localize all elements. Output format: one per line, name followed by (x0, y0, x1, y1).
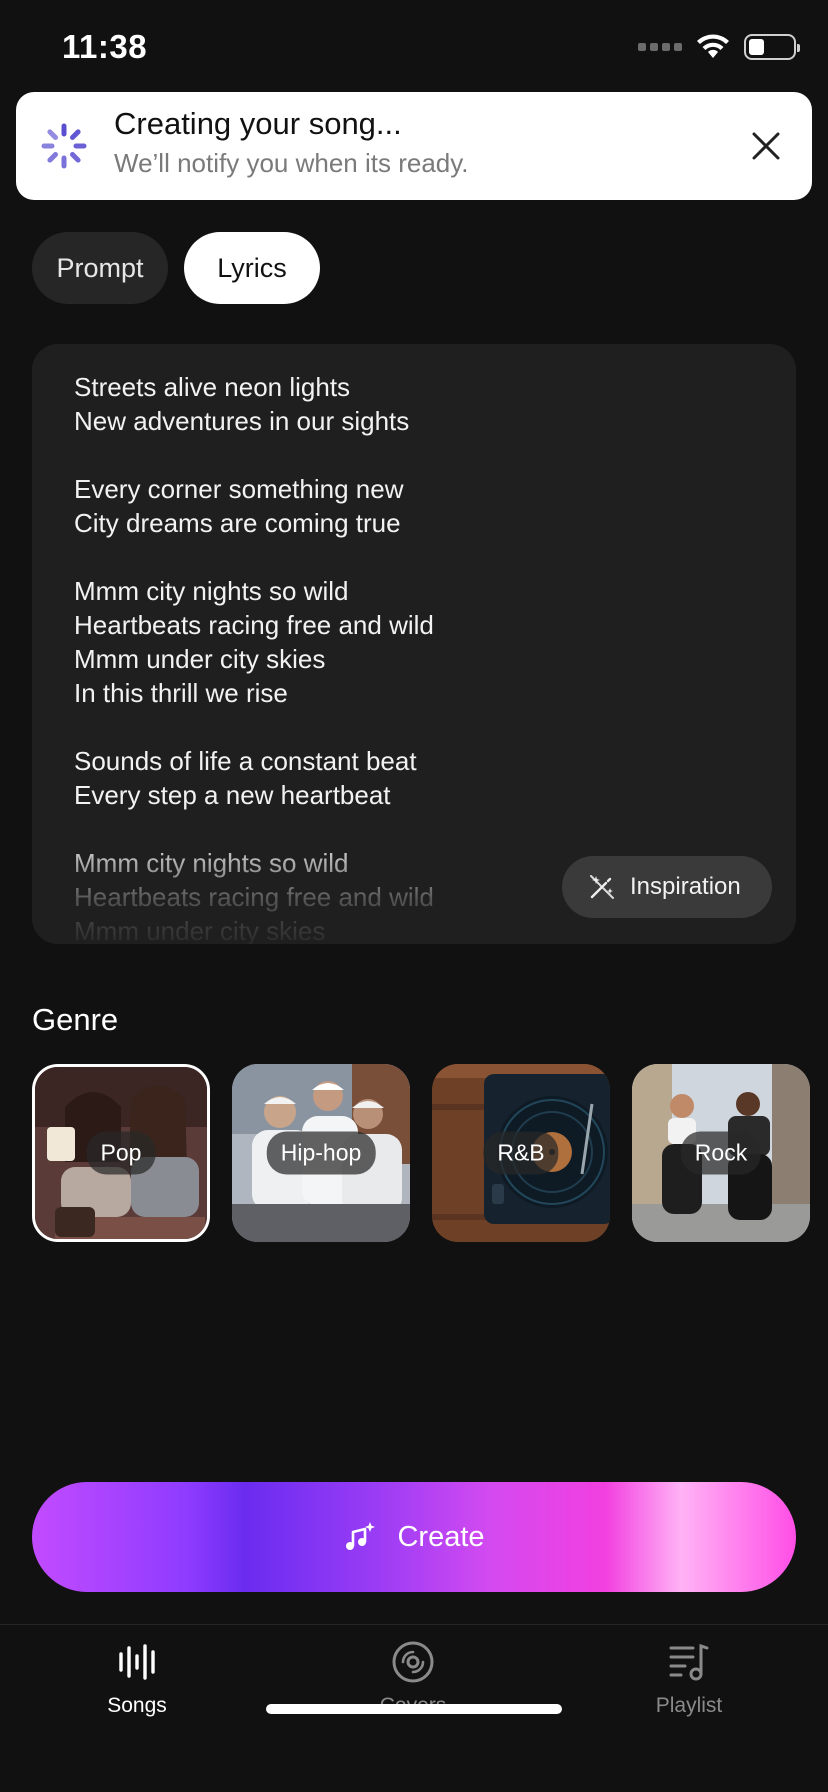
cellular-signal-icon (638, 43, 682, 51)
genre-label: Pop (86, 1131, 156, 1175)
lyrics-gap (74, 540, 434, 574)
status-bar: 11:38 (0, 0, 828, 96)
banner-subtitle: We’ll notify you when its ready. (114, 148, 469, 178)
genre-label: Rock (680, 1131, 762, 1175)
nav-item-playlist[interactable]: Playlist (589, 1640, 789, 1718)
disc-icon (392, 1641, 434, 1683)
status-time: 11:38 (62, 28, 148, 65)
tab-lyrics[interactable]: Lyrics (184, 232, 320, 304)
create-label: Create (397, 1520, 485, 1553)
lyrics-line: Every corner something new (74, 474, 404, 504)
nav-label-songs: Songs (107, 1694, 167, 1717)
close-icon[interactable] (746, 126, 786, 166)
home-indicator (266, 1704, 562, 1714)
status-icons (638, 34, 800, 60)
genre-card-rock[interactable]: Rock (632, 1064, 810, 1242)
genre-label: Hip-hop (266, 1131, 376, 1175)
genre-card-pop[interactable]: Pop (32, 1064, 210, 1242)
waveform-icon (119, 1644, 155, 1680)
genre-card-rnb[interactable]: R&B (432, 1064, 610, 1242)
battery-icon (744, 34, 800, 60)
lyrics-line: Every step a new heartbeat (74, 780, 391, 810)
music-sparkle-icon (346, 1522, 376, 1550)
lyrics-line: Mmm under city skies (74, 644, 326, 674)
lyrics-line: New adventures in our sights (74, 406, 410, 436)
lyrics-line: Mmm city nights so wild (74, 576, 349, 606)
lyrics-line: City dreams are coming true (74, 508, 401, 538)
nav-label-playlist: Playlist (655, 1694, 723, 1717)
wifi-icon (697, 34, 729, 58)
create-button[interactable]: Create (32, 1482, 796, 1592)
lyrics-editor[interactable]: Streets alive neon lights New adventures … (32, 344, 796, 944)
nav-divider (0, 1624, 828, 1625)
genre-heading: Genre (32, 1002, 119, 1037)
genre-label: R&B (483, 1131, 559, 1175)
tab-prompt[interactable]: Prompt (32, 232, 168, 304)
lyrics-line: Heartbeats racing free and wild (74, 610, 434, 640)
inspiration-label: Inspiration (630, 873, 741, 900)
inspiration-button[interactable]: Inspiration (562, 856, 772, 918)
genre-card-hip-hop[interactable]: Hip-hop (232, 1064, 410, 1242)
lyrics-gap (74, 438, 434, 472)
banner-title: Creating your song... (114, 106, 402, 141)
lyrics-line: Sounds of life a constant beat (74, 746, 417, 776)
nav-item-songs[interactable]: Songs (37, 1640, 237, 1718)
magic-wand-icon (590, 875, 614, 899)
playlist-icon (669, 1643, 709, 1681)
lyrics-gap (74, 710, 434, 744)
loading-spinner-icon (41, 123, 87, 169)
lyrics-line: In this thrill we rise (74, 678, 288, 708)
lyrics-line: Streets alive neon lights (74, 372, 351, 402)
